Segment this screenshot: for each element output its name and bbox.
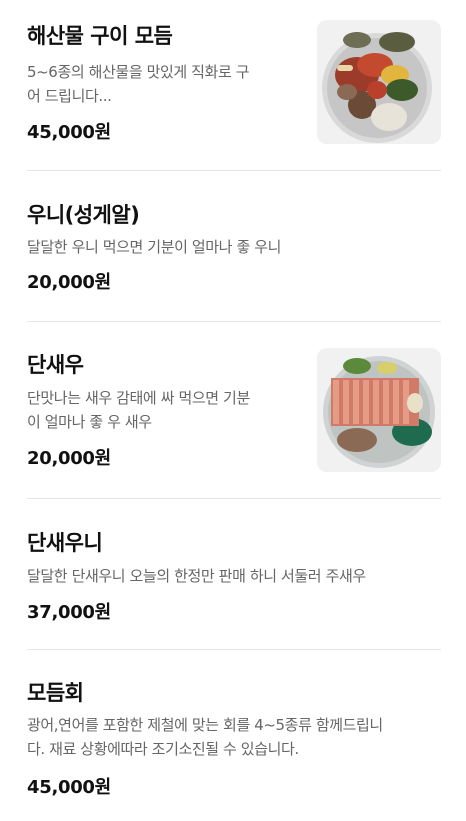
description-line: 달달한 단새우니 오늘의 한정만 판매 하니 서둘러 주새우: [27, 567, 366, 585]
description-line: 단맛나는 새우 감태에 싸 먹으면 기분: [27, 389, 250, 407]
menu-item-seafood-grill[interactable]: 해산물 구이 모듬 5~6종의 해산물을 맛있게 직화로 구 어 드립니다...…: [27, 0, 441, 170]
menu-item-name: 우니(성게알): [27, 203, 140, 227]
menu-item-assorted-sashimi[interactable]: 모듬회 광어,연어를 포함한 제철에 맞는 회를 4~5종류 함께드립니 다. …: [27, 650, 441, 821]
description-line: 어 드립니다...: [27, 87, 112, 105]
description-line: 광어,연어를 포함한 제철에 맞는 회를 4~5종류 함께드립니: [27, 716, 383, 734]
menu-item-description: 달달한 단새우니 오늘의 한정만 판매 하니 서둘러 주새우: [27, 564, 441, 588]
menu-item-price: 37,000원: [27, 602, 111, 623]
sweet-shrimp-platter-photo: [317, 348, 441, 472]
menu-item-price: 45,000원: [27, 122, 111, 143]
menu-item-name: 단새우니: [27, 531, 103, 555]
menu-item-price: 45,000원: [27, 777, 111, 798]
description-line: 달달한 우니 먹으면 기분이 얼마나 좋 우니: [27, 238, 282, 256]
menu-item-description: 광어,연어를 포함한 제철에 맞는 회를 4~5종류 함께드립니 다. 재료 상…: [27, 713, 441, 761]
seafood-grill-platter-photo: [317, 20, 441, 144]
menu-item-name: 모듬회: [27, 681, 84, 705]
menu-item-uni[interactable]: 우니(성게알) 달달한 우니 먹으면 기분이 얼마나 좋 우니 20,000원: [27, 171, 441, 321]
menu-item-price: 20,000원: [27, 448, 111, 469]
menu-item-description: 달달한 우니 먹으면 기분이 얼마나 좋 우니: [27, 235, 441, 259]
description-line: 이 얼마나 좋 우 새우: [27, 413, 152, 431]
menu-item-sweet-shrimp-uni[interactable]: 단새우니 달달한 단새우니 오늘의 한정만 판매 하니 서둘러 주새우 37,0…: [27, 499, 441, 649]
menu-item-sweet-shrimp[interactable]: 단새우 단맛나는 새우 감태에 싸 먹으면 기분 이 얼마나 좋 우 새우 20…: [27, 322, 441, 498]
menu-item-description: 단맛나는 새우 감태에 싸 먹으면 기분 이 얼마나 좋 우 새우: [27, 386, 307, 434]
menu-item-price: 20,000원: [27, 272, 111, 293]
menu-item-description: 5~6종의 해산물을 맛있게 직화로 구 어 드립니다...: [27, 60, 307, 108]
menu-item-name: 단새우: [27, 353, 84, 377]
description-line: 다. 재료 상황에따라 조기소진될 수 있습니다.: [27, 740, 299, 758]
menu-item-name: 해산물 구이 모듬: [27, 24, 173, 48]
description-line: 5~6종의 해산물을 맛있게 직화로 구: [27, 63, 250, 81]
